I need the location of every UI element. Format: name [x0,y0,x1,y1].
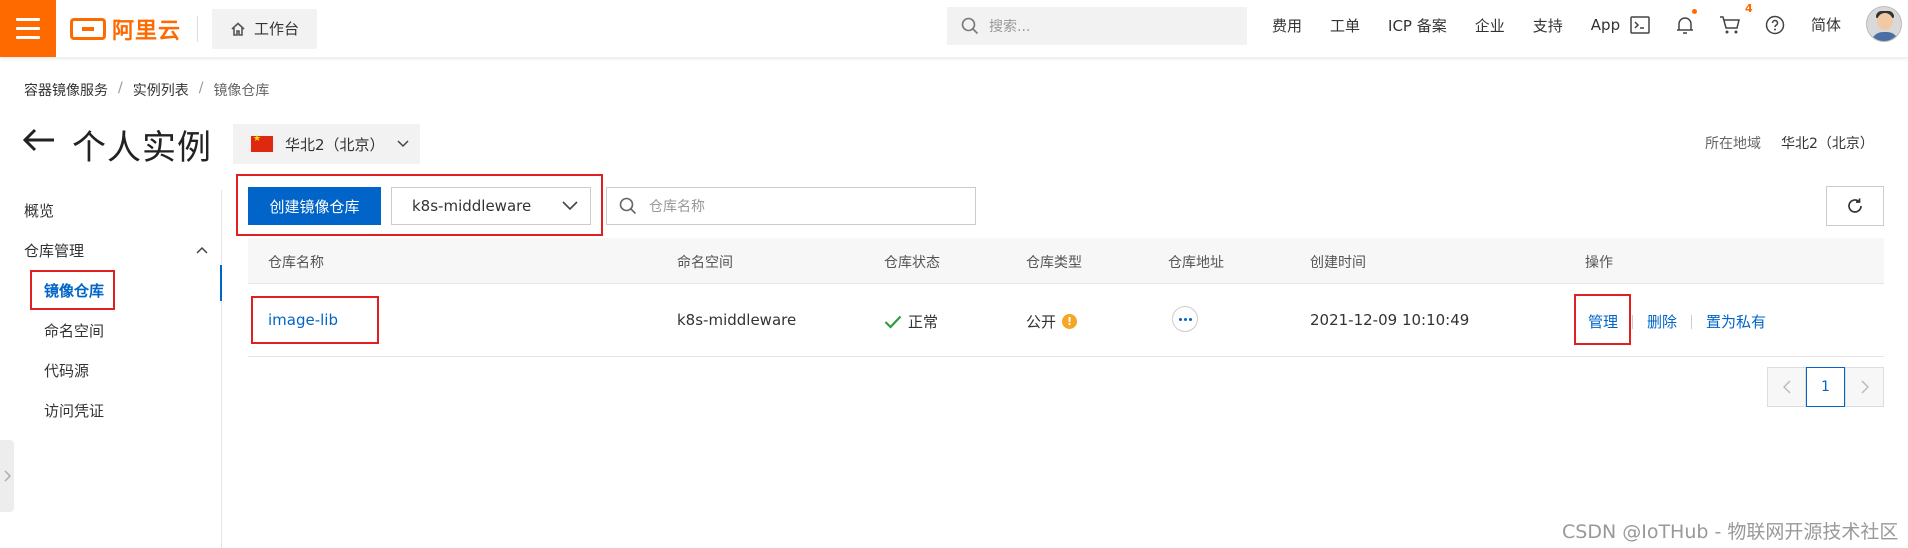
action-separator [1632,314,1634,329]
region-select[interactable]: 华北2（北京） [233,124,420,164]
breadcrumb-separator: / [198,80,204,96]
more-options-icon[interactable] [1172,306,1198,332]
namespace-select-value: k8s-middleware [412,197,532,215]
repo-created-time: 2021-12-09 10:10:49 [1310,311,1470,329]
region-info-value: 华北2（北京） [1781,136,1874,152]
top-links: 费用 工单 ICP 备案 企业 支持 App [1272,0,1648,50]
chevron-right-icon [1860,380,1869,394]
repo-type: 公开 ! [1026,311,1078,332]
column-header-status: 仓库状态 [884,255,940,271]
create-image-repo-button[interactable]: 创建镜像仓库 [248,187,381,225]
workbench-label: 工作台 [254,20,300,38]
avatar-body [1871,32,1899,41]
top-link-billing[interactable]: 费用 [1272,15,1302,36]
hamburger-menu-button[interactable] [0,0,56,57]
highlight-box-repo-name [251,296,379,344]
page-number-button[interactable]: 1 [1806,367,1845,407]
set-private-button[interactable]: 置为私有 [1706,311,1766,332]
page-title: 个人实例 [72,128,212,168]
user-avatar[interactable] [1866,6,1902,42]
logo-text: 阿里云 [112,18,182,44]
notification-dot [1692,9,1697,14]
sidebar-item-code-source[interactable]: 代码源 [44,360,89,381]
next-page-button[interactable] [1845,367,1884,407]
search-icon [961,17,979,35]
sidenav-divider [221,190,222,548]
chevron-up-icon[interactable] [196,246,208,254]
side-navigation: 概览 仓库管理 镜像仓库 命名空间 代码源 访问凭证 [0,190,222,548]
breadcrumb: 容器镜像服务 / 实例列表 / 镜像仓库 [24,80,269,100]
watermark-text: CSDN @IoTHub - 物联网开源技术社区 [1562,521,1899,543]
bell-icon[interactable] [1673,13,1697,37]
region-info-label: 所在地域 [1705,136,1761,152]
divider [197,15,199,42]
menu-line [16,18,40,21]
top-link-support[interactable]: 支持 [1533,15,1563,36]
search-placeholder: 搜索... [989,19,1031,35]
home-icon [231,21,245,36]
cart-count-badge: 4 [1745,2,1753,15]
repo-status: 正常 [884,311,938,332]
repo-address [1172,306,1198,332]
repo-type-text: 公开 [1026,313,1057,331]
top-link-ticket[interactable]: 工单 [1330,15,1360,36]
top-link-icp[interactable]: ICP 备案 [1388,15,1447,36]
sidebar-group-repo-management[interactable]: 仓库管理 [24,240,84,261]
chevron-down-icon [562,201,578,211]
sidebar-item-namespace[interactable]: 命名空间 [44,320,104,341]
highlight-box-manage [1574,294,1631,345]
refresh-button[interactable] [1826,186,1884,226]
repo-namespace: k8s-middleware [677,311,797,329]
menu-line [16,27,40,30]
warning-icon[interactable]: ! [1062,314,1078,329]
sidenav-active-indicator [220,265,222,301]
table-row: image-lib k8s-middleware 正常 公开 ! 2021-12… [248,284,1884,357]
global-search-input[interactable]: 搜索... [947,7,1247,45]
region-info: 所在地域 华北2（北京） [1705,133,1874,153]
repo-name-search-input[interactable]: 仓库名称 [606,187,976,225]
cart-icon[interactable] [1718,13,1742,37]
refresh-icon [1848,198,1862,213]
repo-search-placeholder: 仓库名称 [649,199,705,215]
menu-line [16,36,40,39]
action-separator [1691,314,1693,329]
breadcrumb-separator: / [118,80,123,96]
sidebar-collapse-handle[interactable] [0,440,14,512]
search-icon [619,197,637,215]
column-header-type: 仓库类型 [1026,255,1082,271]
china-flag-icon [251,134,273,152]
column-header-actions: 操作 [1585,255,1613,271]
chevron-right-icon [4,470,11,482]
aliyun-logo[interactable]: 阿里云 [70,0,181,57]
namespace-select[interactable]: k8s-middleware [391,187,591,225]
back-arrow-icon[interactable] [22,127,56,157]
highlight-box-sidenav [30,270,115,310]
region-select-value: 华北2（北京） [285,135,385,154]
language-switch[interactable]: 简体 [1811,14,1841,35]
column-header-namespace: 命名空间 [677,255,733,271]
column-header-address: 仓库地址 [1168,255,1224,271]
chevron-left-icon [1782,380,1791,394]
column-header-repo-name: 仓库名称 [268,255,324,271]
help-icon[interactable] [1763,13,1787,37]
sidebar-item-access-credential[interactable]: 访问凭证 [44,400,104,421]
repo-status-text: 正常 [908,313,939,331]
workbench-button[interactable]: 工作台 [212,8,318,49]
terminal-icon[interactable] [1628,13,1652,37]
top-link-app[interactable]: App [1591,16,1620,34]
top-link-enterprise[interactable]: 企业 [1475,15,1505,36]
chevron-down-icon [397,140,409,148]
breadcrumb-item-current: 镜像仓库 [213,83,270,99]
breadcrumb-item-instances[interactable]: 实例列表 [133,80,189,100]
avatar-head [1877,13,1893,30]
check-icon [884,315,902,329]
sidebar-item-overview[interactable]: 概览 [24,200,54,221]
prev-page-button[interactable] [1767,367,1806,407]
aliyun-logo-icon [70,17,106,40]
pagination: 1 [1767,367,1884,407]
repo-table-header: 仓库名称 命名空间 仓库状态 仓库类型 仓库地址 创建时间 操作 [248,238,1884,284]
column-header-created: 创建时间 [1310,255,1366,271]
breadcrumb-item-service[interactable]: 容器镜像服务 [24,80,108,100]
delete-button[interactable]: 删除 [1647,311,1677,332]
